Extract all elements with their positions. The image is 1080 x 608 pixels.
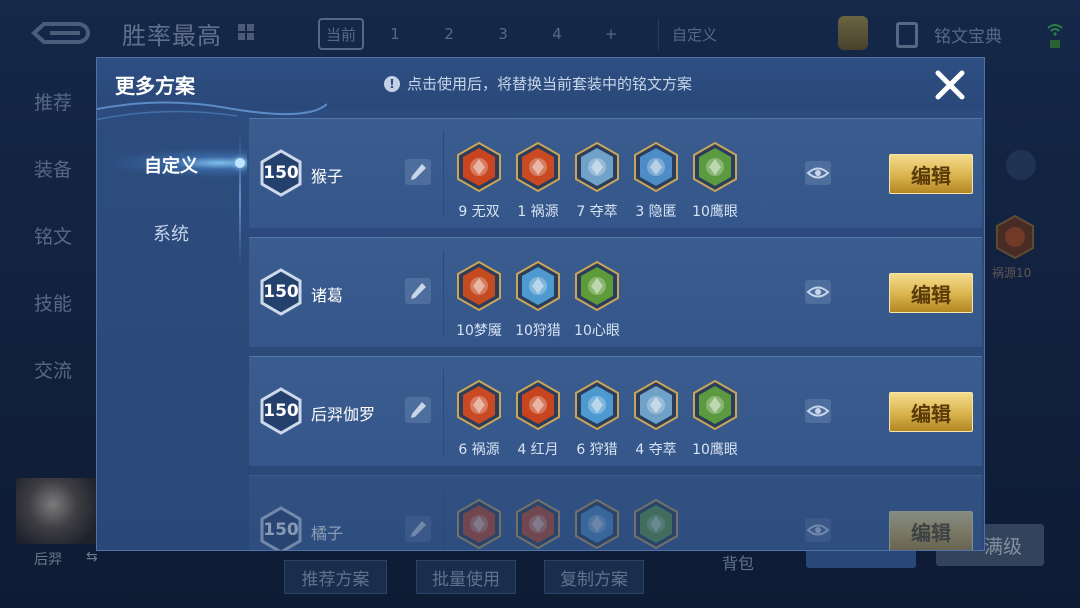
plan-name: 橘子 [311, 524, 344, 543]
close-icon[interactable] [933, 68, 967, 102]
level-value: 150 [263, 401, 299, 421]
rename-pen-icon[interactable] [405, 278, 431, 304]
rune-label: 10心眼 [574, 323, 620, 339]
edit-button[interactable]: 编辑 [889, 154, 973, 194]
edit-button[interactable]: 编辑 [889, 392, 973, 432]
plan-name: 后羿伽罗 [311, 405, 376, 424]
rune-label: 6 狩猎 [576, 442, 618, 458]
level-value: 150 [263, 163, 299, 183]
preview-eye-icon[interactable] [805, 399, 831, 423]
tab-system-plans[interactable]: 系统 [97, 220, 245, 246]
level-value: 150 [263, 520, 299, 540]
card-divider [443, 369, 444, 455]
moon-rune-icon[interactable] [514, 379, 562, 431]
rune-label: 10鹰眼 [692, 204, 738, 220]
info-icon: ! [384, 76, 400, 92]
rune-label: 6 祸源 [458, 442, 500, 458]
shield-rune-icon[interactable] [573, 260, 621, 312]
preview-eye-icon[interactable] [805, 518, 831, 542]
bolt-rune-icon[interactable] [514, 260, 562, 312]
plan-name: 猴子 [311, 167, 344, 186]
plan-category-tabs: 自定义 系统 [97, 122, 247, 542]
fan-rune-icon[interactable] [514, 141, 562, 193]
rune-label: 3 隐匿 [635, 204, 677, 220]
rune-label: 4 夺萃 [635, 442, 677, 458]
fan-rune-icon[interactable] [514, 498, 562, 550]
tab-track [239, 128, 241, 268]
clover-rune-icon[interactable] [632, 498, 680, 550]
knot-rune-icon[interactable] [573, 141, 621, 193]
fan-rune-icon[interactable] [455, 379, 503, 431]
rename-pen-icon[interactable] [405, 516, 431, 542]
clover-rune-icon[interactable] [691, 379, 739, 431]
rune-label: 1 祸源 [517, 204, 559, 220]
plan-card: 150 橘子 编辑 [249, 475, 982, 550]
edit-button[interactable]: 编辑 [889, 511, 973, 550]
rename-pen-icon[interactable] [405, 159, 431, 185]
rune-label: 10狩猎 [515, 323, 561, 339]
plan-card: 150 诸葛 编辑 10梦魇 10狩猎 10心眼 [249, 237, 982, 347]
more-plans-dialog: 更多方案 ! 点击使用后，将替换当前套装中的铭文方案 自定义 系统 150 猴子… [96, 57, 985, 551]
plan-card: 150 猴子 编辑 9 无双 1 祸源 7 夺萃 3 隐匿 10鹰眼 [249, 118, 982, 228]
card-divider [443, 250, 444, 336]
clover-rune-icon[interactable] [691, 141, 739, 193]
dialog-title: 更多方案 [115, 74, 195, 98]
plan-card: 150 后羿伽罗 编辑 6 祸源 4 红月 6 狩猎 4 夺萃 10鹰眼 [249, 356, 982, 466]
rune-label: 10梦魇 [456, 323, 502, 339]
card-divider [443, 131, 444, 217]
rune-label: 10鹰眼 [692, 442, 738, 458]
edit-button[interactable]: 编辑 [889, 273, 973, 313]
rename-pen-icon[interactable] [405, 397, 431, 423]
preview-eye-icon[interactable] [805, 161, 831, 185]
blade-rune-icon[interactable] [455, 141, 503, 193]
flame-rune-icon[interactable] [632, 141, 680, 193]
plan-name: 诸葛 [311, 286, 344, 305]
moon-rune-icon[interactable] [455, 498, 503, 550]
level-value: 150 [263, 282, 299, 302]
card-divider [443, 488, 444, 550]
tab-custom-plans[interactable]: 自定义 [97, 152, 245, 178]
rune-label: 4 红月 [517, 442, 559, 458]
lotus-rune-icon[interactable] [455, 260, 503, 312]
preview-eye-icon[interactable] [805, 280, 831, 304]
knot-rune-icon[interactable] [632, 379, 680, 431]
rune-label: 9 无双 [458, 204, 500, 220]
rune-label: 7 夺萃 [576, 204, 618, 220]
flame-rune-icon[interactable] [573, 498, 621, 550]
info-text: 点击使用后，将替换当前套装中的铭文方案 [407, 75, 693, 93]
bolt-rune-icon[interactable] [573, 379, 621, 431]
